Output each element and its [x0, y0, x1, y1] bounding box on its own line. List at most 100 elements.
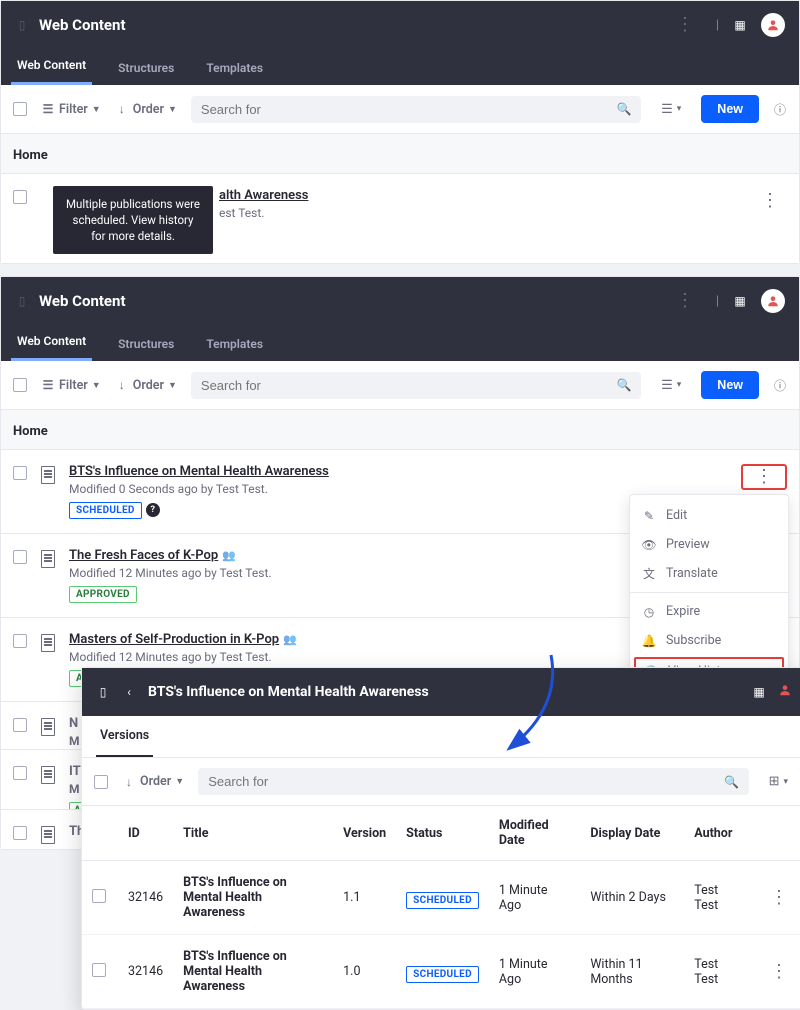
row-title[interactable]: Masters of Self-Production in K-Pop: [69, 632, 279, 647]
row-kebab-icon[interactable]: ⋮: [762, 883, 796, 912]
avatar[interactable]: [778, 683, 792, 701]
sort-icon: ↓: [115, 378, 129, 392]
order-button[interactable]: ↓Order▼: [122, 774, 184, 789]
row-checkbox[interactable]: [92, 889, 106, 903]
new-button[interactable]: New: [701, 371, 759, 399]
tab-templates[interactable]: Templates: [200, 327, 269, 361]
filter-icon: ☰: [41, 378, 55, 392]
status-badge: SCHEDULED: [406, 892, 479, 909]
row-checkbox[interactable]: [13, 826, 27, 840]
apps-grid-icon[interactable]: ▦: [752, 685, 766, 699]
new-button[interactable]: New: [701, 95, 759, 123]
search-input[interactable]: [208, 774, 724, 789]
chevron-down-icon: ▼: [175, 776, 184, 787]
filter-button[interactable]: ☰Filter▼: [41, 102, 101, 117]
people-icon: 👥: [222, 549, 236, 562]
row-checkbox[interactable]: [13, 634, 27, 648]
info-icon[interactable]: ⓘ: [773, 378, 787, 392]
col-id: ID: [118, 806, 173, 861]
info-icon[interactable]: ⓘ: [773, 102, 787, 116]
search-icon[interactable]: 🔍: [617, 378, 631, 392]
row-checkbox[interactable]: [92, 963, 106, 977]
header-kebab-icon[interactable]: ⋮: [668, 12, 702, 38]
cell-modified: 1 Minute Ago: [489, 861, 580, 935]
menu-translate[interactable]: 文Translate: [630, 559, 788, 588]
tab-web-content[interactable]: Web Content: [11, 48, 92, 85]
history-toolbar: ↓Order▼ 🔍 ⊞▾: [82, 758, 800, 805]
document-icon: [41, 550, 55, 568]
row-checkbox[interactable]: [13, 550, 27, 564]
toolbar: ☰Filter▼ ↓Order▼ 🔍 ☰▾ New ⓘ: [1, 361, 799, 410]
row-title[interactable]: alth Awareness: [219, 188, 308, 203]
view-mode-button[interactable]: ⊞▾: [763, 770, 794, 793]
menu-subscribe[interactable]: 🔔Subscribe: [630, 626, 788, 655]
row-checkbox[interactable]: [13, 766, 27, 780]
apps-grid-icon[interactable]: ▦: [733, 294, 747, 308]
order-button[interactable]: ↓Order▼: [115, 102, 177, 117]
header-kebab-icon[interactable]: ⋮: [668, 288, 702, 314]
document-icon: [41, 826, 55, 844]
sidebar-toggle-icon[interactable]: ▯: [15, 18, 29, 32]
row-checkbox[interactable]: [13, 466, 27, 480]
menu-edit[interactable]: ✎Edit: [630, 501, 788, 530]
history-title: BTS's Influence on Mental Health Awarene…: [148, 684, 740, 700]
table-row: 32146 BTS's Influence on Mental Health A…: [82, 935, 800, 1009]
app-title: Web Content: [39, 292, 668, 310]
row-meta: Modified 0 Seconds ago by Test Test.: [69, 482, 727, 496]
tab-templates[interactable]: Templates: [200, 51, 269, 85]
translate-icon: 文: [642, 567, 656, 581]
cell-title[interactable]: BTS's Influence on Mental Health Awarene…: [173, 935, 333, 1009]
search-input[interactable]: [201, 102, 617, 117]
select-all-checkbox[interactable]: [13, 102, 27, 116]
search-icon[interactable]: 🔍: [617, 102, 631, 116]
row-checkbox[interactable]: [13, 190, 27, 204]
menu-expire[interactable]: ◷Expire: [630, 597, 788, 626]
cell-modified: 1 Minute Ago: [489, 935, 580, 1009]
menu-preview[interactable]: 👁Preview: [630, 530, 788, 559]
breadcrumb: Home: [1, 410, 799, 449]
status-badge: APPROVED: [69, 586, 137, 603]
view-mode-button[interactable]: ☰▾: [655, 374, 687, 397]
status-badge: SCHEDULED: [69, 502, 142, 519]
order-button[interactable]: ↓Order▼: [115, 378, 177, 393]
search-box[interactable]: 🔍: [191, 372, 641, 399]
tab-versions[interactable]: Versions: [96, 716, 153, 757]
apps-grid-icon[interactable]: ▦: [733, 18, 747, 32]
menu-separator: [630, 592, 788, 593]
list-icon: ☰: [661, 102, 673, 117]
tabs: Web Content Structures Templates: [1, 325, 799, 361]
row-kebab-icon[interactable]: ⋮: [747, 462, 781, 491]
filter-icon: ☰: [41, 102, 55, 116]
row-title[interactable]: The Fresh Faces of K-Pop: [69, 548, 218, 563]
sidebar-toggle-icon[interactable]: ▯: [96, 685, 110, 699]
row-checkbox[interactable]: [13, 718, 27, 732]
view-mode-button[interactable]: ☰▾: [655, 98, 687, 121]
content-row: Multiple publications were scheduled. Vi…: [1, 173, 799, 263]
select-all-checkbox[interactable]: [94, 775, 108, 789]
highlighted-kebab: ⋮: [741, 464, 787, 490]
row-kebab-icon[interactable]: ⋮: [753, 188, 787, 214]
sidebar-toggle-icon[interactable]: ▯: [15, 294, 29, 308]
filter-button[interactable]: ☰Filter▼: [41, 378, 101, 393]
tab-web-content[interactable]: Web Content: [11, 324, 92, 361]
avatar[interactable]: [761, 289, 785, 313]
back-icon[interactable]: ‹: [122, 685, 136, 699]
history-header: ▯ ‹ BTS's Influence on Mental Health Awa…: [82, 668, 800, 716]
row-title-cut: IT: [69, 764, 81, 779]
cell-id: 32146: [118, 935, 173, 1009]
row-kebab-icon[interactable]: ⋮: [762, 957, 796, 986]
tab-structures[interactable]: Structures: [112, 327, 180, 361]
people-icon: 👥: [283, 633, 297, 646]
cell-title[interactable]: BTS's Influence on Mental Health Awarene…: [173, 861, 333, 935]
col-modified: Modified Date: [489, 806, 580, 861]
search-box[interactable]: 🔍: [198, 768, 748, 795]
row-title[interactable]: BTS's Influence on Mental Health Awarene…: [69, 464, 329, 479]
avatar[interactable]: [761, 13, 785, 37]
help-icon[interactable]: ?: [146, 503, 160, 517]
search-box[interactable]: 🔍: [191, 96, 641, 123]
select-all-checkbox[interactable]: [13, 378, 27, 392]
search-icon[interactable]: 🔍: [725, 775, 739, 789]
search-input[interactable]: [201, 378, 617, 393]
list-icon: ☰: [661, 378, 673, 393]
tab-structures[interactable]: Structures: [112, 51, 180, 85]
